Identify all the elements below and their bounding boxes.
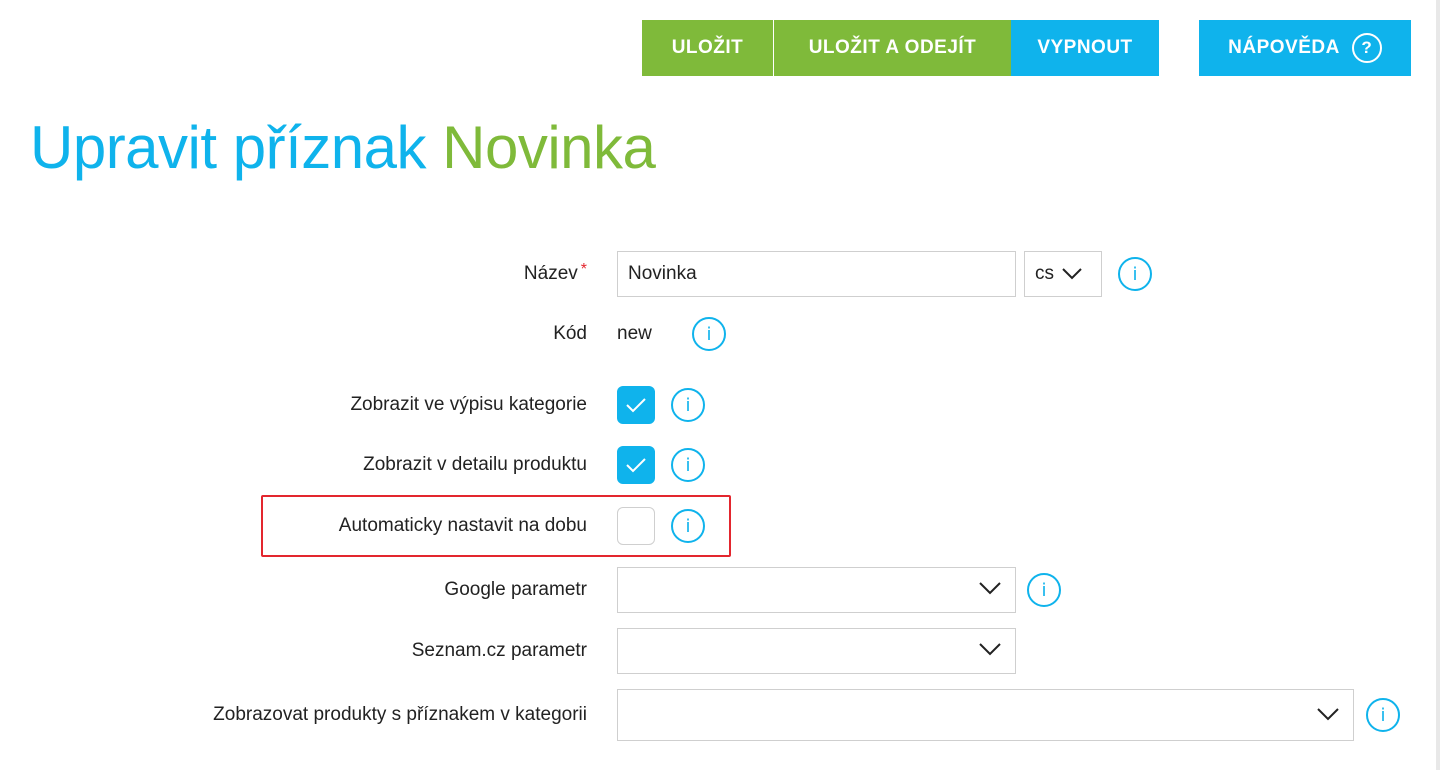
show-in-category-label: Zobrazit ve výpisu kategorie [350,394,587,415]
auto-set-period-label: Automaticky nastavit na dobu [338,515,587,536]
info-icon[interactable]: i [671,509,705,543]
chevron-down-icon [979,582,1001,595]
chevron-down-icon [1062,268,1082,280]
form-row-name: Název * cs i [0,251,1440,301]
form-row-code: Kód new i [0,309,1440,359]
name-input[interactable] [617,251,1016,297]
check-icon [626,398,646,413]
auto-set-period-checkbox[interactable] [617,507,655,545]
chevron-down-icon [979,643,1001,656]
save-button[interactable]: ULOŽIT [642,20,773,76]
google-param-label: Google parametr [444,579,587,600]
show-in-detail-label: Zobrazit v detailu produktu [363,454,587,475]
name-label-text: Název [523,263,578,284]
chevron-down-icon [1317,708,1339,721]
form-row-google-param: Google parametr i [0,567,1440,617]
save-and-exit-button[interactable]: ULOŽIT A ODEJÍT [774,20,1011,76]
show-products-in-category-select[interactable] [617,689,1354,741]
save-button-label: ULOŽIT [671,37,744,58]
info-icon[interactable]: i [692,317,726,351]
form-row-show-in-detail: Zobrazit v detailu produktu i [0,440,1440,490]
form-row-auto-set-period: Automaticky nastavit na dobu i [0,501,1440,551]
help-icon: ? [1351,33,1382,63]
check-icon [626,458,646,473]
form-row-show-in-category: Zobrazit ve výpisu kategorie i [0,380,1440,430]
seznam-param-select[interactable] [617,628,1016,674]
show-in-detail-checkbox[interactable] [617,446,655,484]
disable-button-label: VYPNOUT [1037,37,1133,58]
show-products-in-category-label: Zobrazovat produkty s příznakem v katego… [213,704,587,725]
language-select[interactable]: cs [1024,251,1102,297]
help-button[interactable]: NÁPOVĚDA ? [1199,20,1411,76]
info-icon[interactable]: i [1027,573,1061,607]
toolbar-gap [1159,20,1199,76]
form-row-seznam-param: Seznam.cz parametr [0,628,1440,678]
show-in-category-checkbox[interactable] [617,386,655,424]
save-and-exit-label: ULOŽIT A ODEJÍT [808,37,977,58]
google-param-select[interactable] [617,567,1016,613]
seznam-param-label: Seznam.cz parametr [411,640,587,661]
help-button-label: NÁPOVĚDA [1228,37,1340,58]
code-value: new [617,323,652,344]
name-label: Název * [524,251,587,297]
language-select-value: cs [1035,263,1054,284]
info-icon[interactable]: i [1118,257,1152,291]
info-icon[interactable]: i [671,448,705,482]
page-title: Upravit příznak Novinka [30,112,656,184]
disable-button[interactable]: VYPNOUT [1011,20,1159,76]
toolbar: ULOŽIT ULOŽIT A ODEJÍT VYPNOUT NÁPOVĚDA … [642,20,1411,76]
page-title-name: Novinka [442,114,656,181]
info-icon[interactable]: i [671,388,705,422]
required-marker: * [580,261,587,278]
info-icon[interactable]: i [1366,698,1400,732]
form-row-show-products-in-category: Zobrazovat produkty s příznakem v katego… [0,689,1440,741]
page-title-prefix: Upravit příznak [30,114,426,181]
code-label: Kód [553,323,587,344]
